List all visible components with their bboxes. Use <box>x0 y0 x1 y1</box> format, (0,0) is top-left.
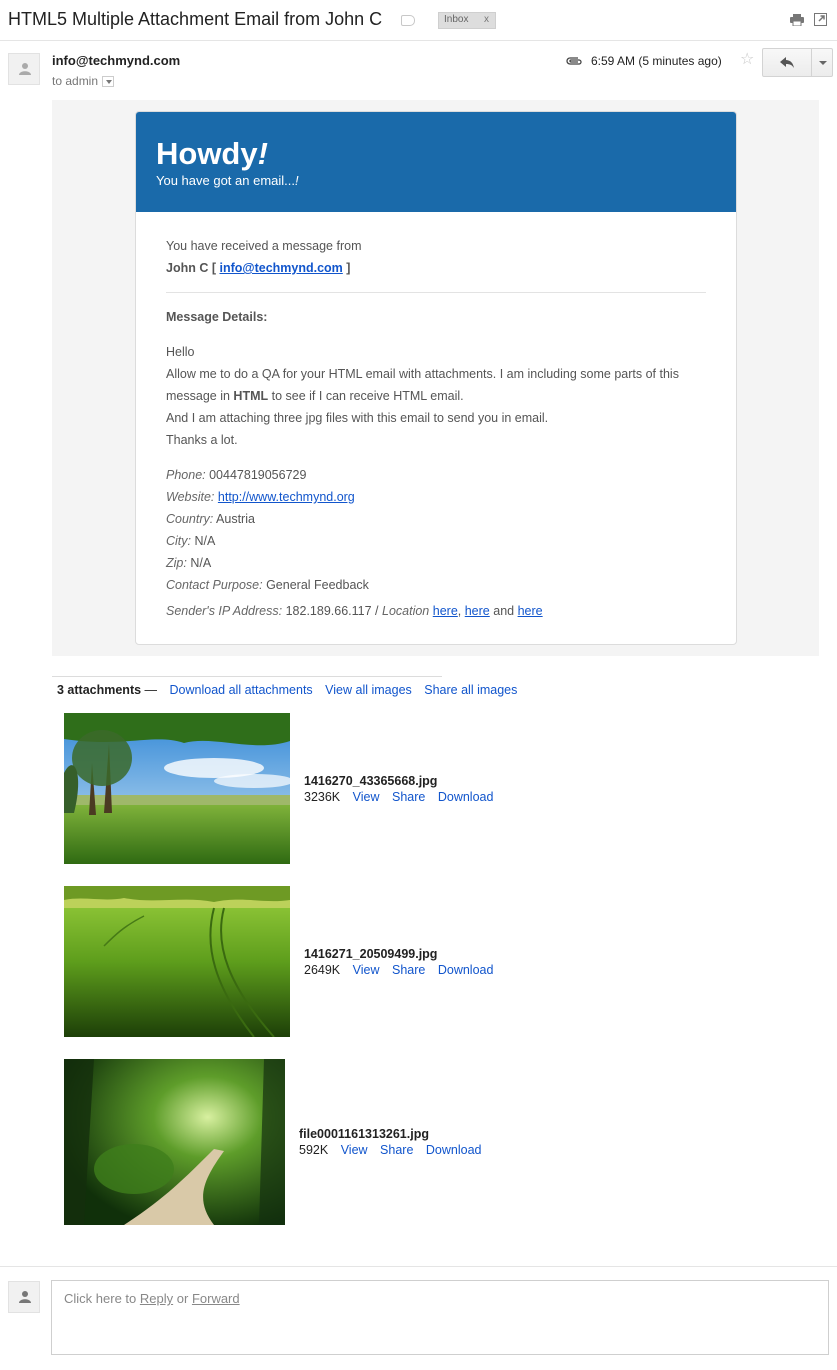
reply-link[interactable]: Reply <box>140 1291 173 1306</box>
meadow-trees-image <box>64 713 290 864</box>
print-icon[interactable] <box>790 14 804 26</box>
share-link[interactable]: Share <box>392 790 425 804</box>
sender-avatar <box>8 53 40 85</box>
details-heading: Message Details: <box>166 310 268 324</box>
greeting-heading: Howdy! <box>156 136 268 171</box>
attachments-dash: — <box>144 683 158 697</box>
reply-divider <box>0 1266 837 1267</box>
attachments-count: 3 attachments <box>57 683 142 697</box>
attachments-bar: 3 attachments — Download all attachments… <box>57 683 517 697</box>
person-icon <box>19 63 31 75</box>
content-divider <box>166 292 706 293</box>
view-link[interactable]: View <box>353 790 380 804</box>
attachment-size: 592K <box>299 1143 329 1157</box>
more-actions-button[interactable] <box>811 48 833 77</box>
city-field: City: N/A <box>166 534 216 548</box>
share-all-images-link[interactable]: Share all images <box>424 683 517 697</box>
location-link-1[interactable]: here <box>433 604 458 618</box>
inbox-label-chip[interactable]: Inbox x <box>438 12 496 29</box>
purpose-field: Contact Purpose: General Feedback <box>166 578 369 592</box>
label-tag-icon[interactable] <box>401 15 415 26</box>
person-icon <box>19 1291 31 1303</box>
remove-label-icon[interactable]: x <box>484 14 489 25</box>
recipient-text: to admin <box>52 74 99 88</box>
message-line: And I am attaching three jpg files with … <box>166 411 549 425</box>
user-avatar <box>8 1281 40 1313</box>
attachment-actions: 592K View Share Download <box>299 1143 481 1157</box>
forward-link[interactable]: Forward <box>192 1291 240 1306</box>
attachments-divider <box>52 676 442 677</box>
reply-arrow-icon <box>780 57 794 68</box>
new-window-icon[interactable] <box>814 13 827 26</box>
view-link[interactable]: View <box>353 963 380 977</box>
ip-field: Sender's IP Address: 182.189.66.117 / Lo… <box>166 604 543 618</box>
email-card: Howdy! You have got an email...! You hav… <box>135 111 737 645</box>
from-email-link[interactable]: info@techmynd.com <box>219 261 342 275</box>
attachment-thumbnail[interactable] <box>64 886 290 1037</box>
attachment-actions: 3236K View Share Download <box>304 790 493 804</box>
attachment-thumbnail[interactable] <box>64 713 290 864</box>
download-link[interactable]: Download <box>426 1143 482 1157</box>
quick-reply-box[interactable]: Click here to Reply or Forward <box>51 1280 829 1355</box>
email-body: Howdy! You have got an email...! You hav… <box>52 100 819 656</box>
message-line: message in HTML to see if I can receive … <box>166 389 464 403</box>
attachment-actions: 2649K View Share Download <box>304 963 493 977</box>
from-line: John C [ info@techmynd.com ] <box>166 261 351 275</box>
label-name: Inbox <box>444 14 469 25</box>
share-link[interactable]: Share <box>380 1143 413 1157</box>
forest-path-image <box>64 1059 285 1225</box>
attachment-size: 3236K <box>304 790 341 804</box>
recipient-line: to admin <box>52 74 115 88</box>
location-link-2[interactable]: here <box>465 604 490 618</box>
view-link[interactable]: View <box>341 1143 368 1157</box>
message-line: Thanks a lot. <box>166 433 238 447</box>
email-subject: HTML5 Multiple Attachment Email from Joh… <box>8 9 383 29</box>
website-link[interactable]: http://www.techmynd.org <box>218 490 355 504</box>
view-all-images-link[interactable]: View all images <box>325 683 412 697</box>
attachment-filename: 1416270_43365668.jpg <box>304 774 438 788</box>
message-timestamp: 6:59 AM (5 minutes ago) <box>591 54 722 68</box>
download-link[interactable]: Download <box>438 963 494 977</box>
reply-prompt: Click here to Reply or Forward <box>64 1291 240 1306</box>
star-icon[interactable]: ☆ <box>740 52 754 68</box>
message-line: Hello <box>166 345 195 359</box>
received-intro: You have received a message from <box>166 239 362 253</box>
location-link-3[interactable]: here <box>518 604 543 618</box>
attachment-size: 2649K <box>304 963 341 977</box>
country-field: Country: Austria <box>166 512 255 526</box>
attachment-filename: file0001161313261.jpg <box>299 1127 429 1141</box>
message-line: Allow me to do a QA for your HTML email … <box>166 367 679 381</box>
download-link[interactable]: Download <box>438 790 494 804</box>
phone-field: Phone: 00447819056729 <box>166 468 307 482</box>
greeting-subheading: You have got an email...! <box>156 173 299 188</box>
subject-bar: HTML5 Multiple Attachment Email from Joh… <box>0 0 837 41</box>
zip-field: Zip: N/A <box>166 556 212 570</box>
reply-button[interactable] <box>762 48 812 77</box>
green-field-image <box>64 886 290 1037</box>
details-dropdown-icon[interactable] <box>102 76 115 88</box>
share-link[interactable]: Share <box>392 963 425 977</box>
attachment-thumbnail[interactable] <box>64 1059 285 1225</box>
paperclip-icon <box>566 57 582 65</box>
email-header-banner: Howdy! You have got an email...! <box>136 112 736 212</box>
attachment-filename: 1416271_20509499.jpg <box>304 947 438 961</box>
download-all-link[interactable]: Download all attachments <box>170 683 313 697</box>
website-field: Website: http://www.techmynd.org <box>166 490 355 504</box>
sender-email[interactable]: info@techmynd.com <box>52 53 180 68</box>
